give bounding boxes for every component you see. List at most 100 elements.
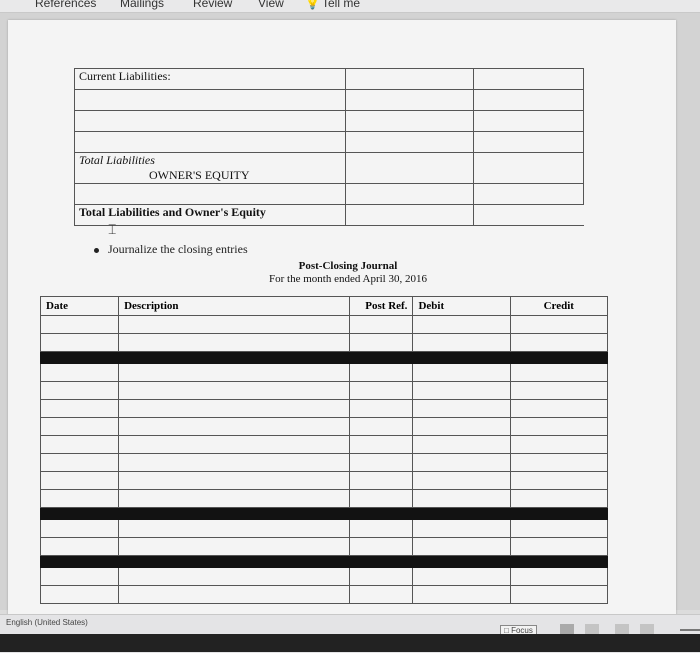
cell[interactable] bbox=[348, 585, 414, 604]
cell[interactable] bbox=[412, 519, 511, 538]
cell[interactable] bbox=[118, 537, 350, 556]
cell[interactable] bbox=[39, 417, 120, 436]
cell[interactable] bbox=[118, 519, 350, 538]
cell[interactable] bbox=[118, 333, 350, 352]
cell[interactable] bbox=[348, 381, 414, 400]
draft-view-icon[interactable] bbox=[640, 624, 654, 634]
cell[interactable] bbox=[509, 363, 609, 382]
cell[interactable] bbox=[412, 399, 511, 418]
cell[interactable] bbox=[118, 585, 350, 604]
cell[interactable] bbox=[73, 183, 347, 205]
cell[interactable] bbox=[345, 89, 475, 111]
cell[interactable] bbox=[348, 417, 414, 436]
cell[interactable] bbox=[509, 417, 609, 436]
cell[interactable] bbox=[39, 453, 120, 472]
cell[interactable] bbox=[118, 363, 350, 382]
web-layout-icon[interactable] bbox=[585, 624, 599, 634]
cell[interactable] bbox=[473, 131, 584, 153]
cell[interactable] bbox=[118, 567, 350, 586]
cell[interactable] bbox=[348, 489, 414, 508]
cell[interactable] bbox=[509, 333, 609, 352]
cell[interactable] bbox=[348, 567, 414, 586]
cell[interactable] bbox=[412, 537, 511, 556]
tab-review[interactable]: Review bbox=[193, 0, 232, 10]
cell[interactable] bbox=[348, 435, 414, 454]
tab-tell-me[interactable]: Tell me bbox=[322, 0, 360, 10]
cell[interactable] bbox=[348, 519, 414, 538]
cell[interactable] bbox=[39, 381, 120, 400]
cell[interactable] bbox=[345, 183, 475, 205]
cell[interactable] bbox=[345, 152, 475, 184]
cell[interactable] bbox=[118, 399, 350, 418]
cell[interactable] bbox=[39, 363, 120, 382]
cell[interactable] bbox=[348, 333, 414, 352]
cell[interactable] bbox=[118, 489, 350, 508]
cell[interactable] bbox=[473, 204, 584, 226]
cell[interactable] bbox=[412, 489, 511, 508]
cell[interactable] bbox=[473, 152, 584, 184]
cell[interactable] bbox=[412, 315, 511, 334]
cell[interactable] bbox=[509, 381, 609, 400]
cell[interactable] bbox=[39, 537, 120, 556]
cell[interactable] bbox=[345, 110, 475, 132]
cell[interactable] bbox=[345, 68, 475, 90]
cell[interactable] bbox=[348, 315, 414, 334]
cell[interactable] bbox=[345, 204, 475, 226]
cell[interactable] bbox=[39, 333, 120, 352]
cell[interactable] bbox=[73, 131, 347, 153]
cell[interactable] bbox=[412, 471, 511, 490]
cell[interactable] bbox=[118, 381, 350, 400]
zoom-slider[interactable] bbox=[680, 629, 700, 631]
cell[interactable] bbox=[118, 315, 350, 334]
cell[interactable] bbox=[118, 417, 350, 436]
cell[interactable] bbox=[412, 453, 511, 472]
cell[interactable] bbox=[412, 435, 511, 454]
outline-view-icon[interactable] bbox=[615, 624, 629, 634]
cell[interactable] bbox=[348, 363, 414, 382]
language-indicator[interactable]: English (United States) bbox=[6, 618, 88, 627]
cell[interactable] bbox=[473, 68, 584, 90]
cell[interactable] bbox=[345, 131, 475, 153]
cell[interactable] bbox=[39, 471, 120, 490]
cell[interactable] bbox=[509, 489, 609, 508]
cell[interactable] bbox=[39, 585, 120, 604]
cell[interactable] bbox=[509, 471, 609, 490]
tab-view[interactable]: View bbox=[258, 0, 284, 10]
print-layout-icon[interactable] bbox=[560, 624, 574, 634]
cell[interactable] bbox=[473, 183, 584, 205]
cell[interactable] bbox=[509, 399, 609, 418]
document-page[interactable]: Current Liabilities: Total Liabilities O… bbox=[8, 20, 676, 620]
cell[interactable] bbox=[473, 110, 584, 132]
cell[interactable] bbox=[509, 567, 609, 586]
cell[interactable] bbox=[39, 435, 120, 454]
cell[interactable] bbox=[118, 435, 350, 454]
cell[interactable] bbox=[39, 519, 120, 538]
cell[interactable] bbox=[39, 399, 120, 418]
tab-references[interactable]: References bbox=[35, 0, 96, 10]
cell[interactable] bbox=[412, 567, 511, 586]
cell[interactable] bbox=[73, 110, 347, 132]
cell[interactable] bbox=[412, 363, 511, 382]
cell[interactable] bbox=[509, 519, 609, 538]
cell[interactable] bbox=[509, 585, 609, 604]
cell[interactable] bbox=[412, 585, 511, 604]
cell[interactable] bbox=[348, 453, 414, 472]
cell[interactable] bbox=[509, 453, 609, 472]
cell[interactable] bbox=[118, 453, 350, 472]
cell[interactable] bbox=[39, 567, 120, 586]
cell[interactable] bbox=[509, 537, 609, 556]
tab-mailings[interactable]: Mailings bbox=[120, 0, 164, 10]
cell[interactable] bbox=[412, 417, 511, 436]
cell[interactable] bbox=[412, 381, 511, 400]
cell[interactable] bbox=[348, 399, 414, 418]
cell[interactable] bbox=[473, 89, 584, 111]
cell[interactable] bbox=[73, 89, 347, 111]
cell[interactable] bbox=[39, 489, 120, 508]
cell[interactable] bbox=[412, 333, 511, 352]
cell[interactable] bbox=[509, 315, 609, 334]
cell[interactable] bbox=[39, 315, 120, 334]
cell[interactable] bbox=[348, 537, 414, 556]
cell[interactable] bbox=[509, 435, 609, 454]
cell[interactable] bbox=[118, 471, 350, 490]
cell[interactable] bbox=[348, 471, 414, 490]
